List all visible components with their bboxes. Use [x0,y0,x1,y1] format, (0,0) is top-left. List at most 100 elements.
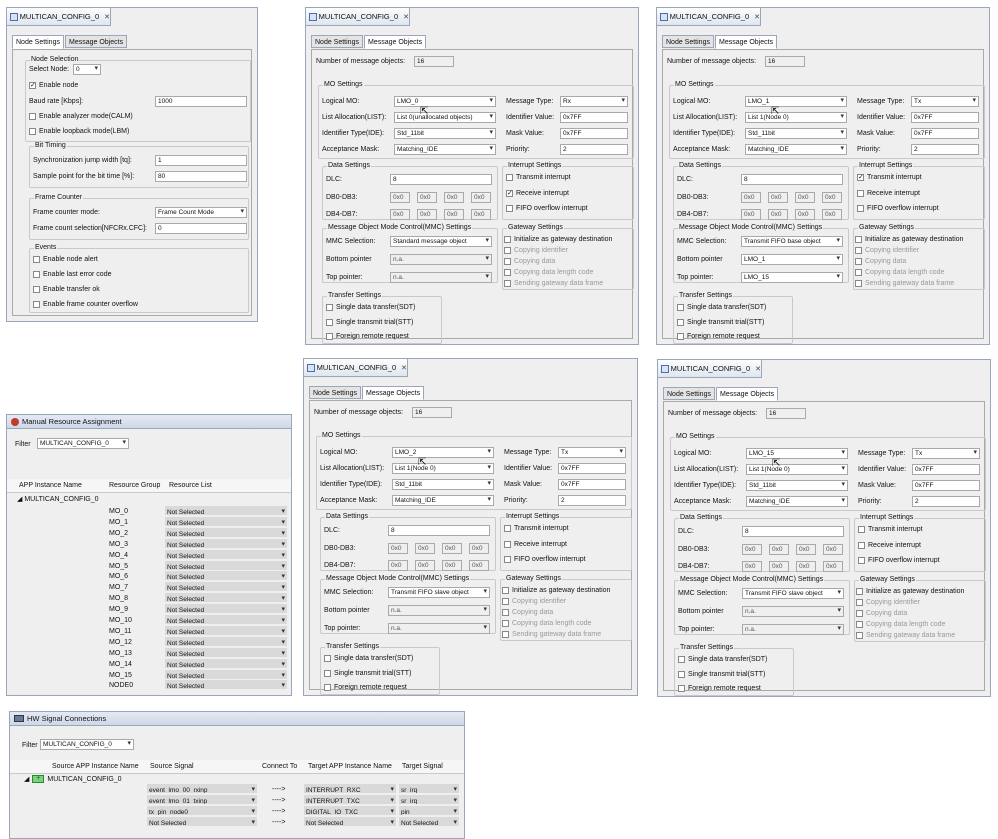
acceptance-mask-dropdown[interactable]: Matching_IDE [745,144,847,155]
tab-message-objects[interactable]: Message Objects [714,35,778,49]
acceptance-mask-dropdown[interactable]: Matching_IDE [394,144,496,155]
receive-interrupt-checkbox[interactable]: Receive interrupt [504,541,567,548]
message-type-dropdown[interactable]: Tx [558,447,626,458]
db0-input[interactable]: 0x0 [741,192,761,203]
filter-dropdown[interactable]: MULTICAN_CONFIG_0 [40,739,134,750]
sdt-checkbox[interactable]: Single data transfer(SDT) [326,304,415,311]
resource-list-dropdown[interactable]: Not Selected [165,636,287,647]
frq-checkbox[interactable]: Foreign remote request [677,333,760,340]
tab-node-settings[interactable]: Node Settings [663,387,715,400]
dlc-input[interactable]: 8 [741,174,843,185]
target-signal-dropdown[interactable]: sr_irq [399,784,459,794]
db1-input[interactable]: 0x0 [417,192,437,203]
priority-input[interactable]: 2 [912,496,980,507]
db0-input[interactable]: 0x0 [388,543,408,554]
enable-transfer-ok-checkbox[interactable]: Enable transfer ok [33,286,100,293]
db7-input[interactable]: 0x0 [469,560,489,571]
db0-input[interactable]: 0x0 [390,192,410,203]
enable-frame-counter-overflow-checkbox[interactable]: Enable frame counter overflow [33,301,138,308]
resource-list-dropdown[interactable]: Not Selected [165,560,287,571]
db3-input[interactable]: 0x0 [822,192,842,203]
frq-checkbox[interactable]: Foreign remote request [678,685,761,692]
gateway-init-checkbox[interactable]: Initialize as gateway destination [856,588,964,595]
db3-input[interactable]: 0x0 [471,192,491,203]
close-icon[interactable]: ✕ [403,13,409,21]
db3-input[interactable]: 0x0 [469,543,489,554]
editor-tab[interactable]: MULTICAN_CONFIG_0 ✕ [7,8,111,26]
target-app-dropdown[interactable]: INTERRUPT_RXC [304,784,396,794]
resource-list-dropdown[interactable]: Not Selected [165,506,287,516]
db6-input[interactable]: 0x0 [444,209,464,220]
tab-message-objects[interactable]: Message Objects [64,35,128,48]
top-pointer-dropdown[interactable]: n.a. [742,624,844,635]
list-alloc-dropdown[interactable]: List 0(unallocated objects) [394,112,496,123]
mask-value-input[interactable]: 0x7FF [911,128,979,139]
db5-input[interactable]: 0x0 [769,561,789,572]
db1-input[interactable]: 0x0 [415,543,435,554]
gateway-init-checkbox[interactable]: Initialize as gateway destination [504,236,612,243]
list-alloc-dropdown[interactable]: List 1(Node 0) [392,463,494,474]
db5-input[interactable]: 0x0 [415,560,435,571]
db1-input[interactable]: 0x0 [769,544,789,555]
resource-list-dropdown[interactable]: Not Selected [165,604,287,615]
logical-mo-dropdown[interactable]: LMO_0 [394,96,496,107]
list-alloc-dropdown[interactable]: List 1(Node 0) [745,112,847,123]
mmc-selection-dropdown[interactable]: Transmit FIFO slave object [742,588,844,599]
db2-input[interactable]: 0x0 [442,543,462,554]
db1-input[interactable]: 0x0 [768,192,788,203]
db4-input[interactable]: 0x0 [742,561,762,572]
db7-input[interactable]: 0x0 [823,561,843,572]
source-signal-dropdown[interactable]: event_lmo_01_txinp [147,794,257,805]
db5-input[interactable]: 0x0 [417,209,437,220]
close-icon[interactable]: ✕ [104,13,110,21]
transmit-interrupt-checkbox[interactable]: Transmit interrupt [504,525,569,532]
bottom-pointer-dropdown[interactable]: LMO_1 [741,254,843,265]
tab-message-objects[interactable]: Message Objects [715,387,779,401]
analyzer-mode-checkbox[interactable]: Enable analyzer mode(CALM) [29,113,133,120]
db6-input[interactable]: 0x0 [796,561,816,572]
sdt-checkbox[interactable]: Single data transfer(SDT) [324,655,413,662]
resource-list-dropdown[interactable]: Not Selected [165,647,287,658]
priority-input[interactable]: 2 [558,495,626,506]
db2-input[interactable]: 0x0 [444,192,464,203]
editor-tab[interactable]: MULTICAN_CONFIG_0 ✕ [304,359,408,377]
source-signal-dropdown[interactable]: event_lmo_00_rxinp [147,784,257,794]
editor-tab[interactable]: MULTICAN_CONFIG_0 ✕ [658,360,762,378]
resource-list-dropdown[interactable]: Not Selected [165,527,287,538]
stt-checkbox[interactable]: Single transmit trial(STT) [324,670,411,677]
tab-node-settings[interactable]: Node Settings [12,35,64,49]
db7-input[interactable]: 0x0 [471,209,491,220]
instance-tree-node[interactable]: ◢ MULTICAN_CONFIG_0 [17,495,99,503]
identifier-value-input[interactable]: 0x7FF [558,463,626,474]
sdt-checkbox[interactable]: Single data transfer(SDT) [678,656,767,663]
receive-interrupt-checkbox[interactable]: Receive interrupt [858,542,921,549]
bottom-pointer-dropdown[interactable]: n.a. [390,254,492,265]
resource-list-dropdown[interactable]: Not Selected [165,615,287,625]
enable-last-error-code-checkbox[interactable]: Enable last error code [33,271,111,278]
message-type-dropdown[interactable]: Rx [560,96,628,107]
identifier-type-dropdown[interactable]: Std_11bit [394,128,496,139]
tab-message-objects[interactable]: Message Objects [361,386,425,400]
db7-input[interactable]: 0x0 [822,209,842,220]
target-signal-dropdown[interactable]: pin [399,805,459,816]
target-signal-dropdown[interactable]: sr_irq [399,794,459,805]
filter-dropdown[interactable]: MULTICAN_CONFIG_0 [37,438,129,449]
bottom-pointer-dropdown[interactable]: n.a. [388,605,490,616]
list-alloc-dropdown[interactable]: List 1(Node 0) [746,464,848,475]
select-node-dropdown[interactable]: 0 [73,64,101,75]
identifier-type-dropdown[interactable]: Std_11bit [745,128,847,139]
resource-list-dropdown[interactable]: Not Selected [165,658,287,669]
tab-node-settings[interactable]: Node Settings [311,35,363,48]
mmc-selection-dropdown[interactable]: Transmit FIFO slave object [388,587,490,598]
tab-node-settings[interactable]: Node Settings [662,35,714,48]
transmit-interrupt-checkbox[interactable]: Transmit interrupt [506,174,571,181]
resource-list-dropdown[interactable]: Not Selected [165,571,287,582]
dlc-input[interactable]: 8 [388,525,490,536]
enable-node-checkbox[interactable]: ✓ Enable node [29,82,78,89]
resource-list-dropdown[interactable]: Not Selected [165,669,287,680]
fifo-overflow-checkbox[interactable]: FIFO overflow interrupt [857,205,939,212]
target-app-dropdown[interactable]: Not Selected [304,816,396,827]
mask-value-input[interactable]: 0x7FF [558,479,626,490]
resource-list-dropdown[interactable]: Not Selected [165,680,287,691]
close-icon[interactable]: ✕ [754,13,760,21]
